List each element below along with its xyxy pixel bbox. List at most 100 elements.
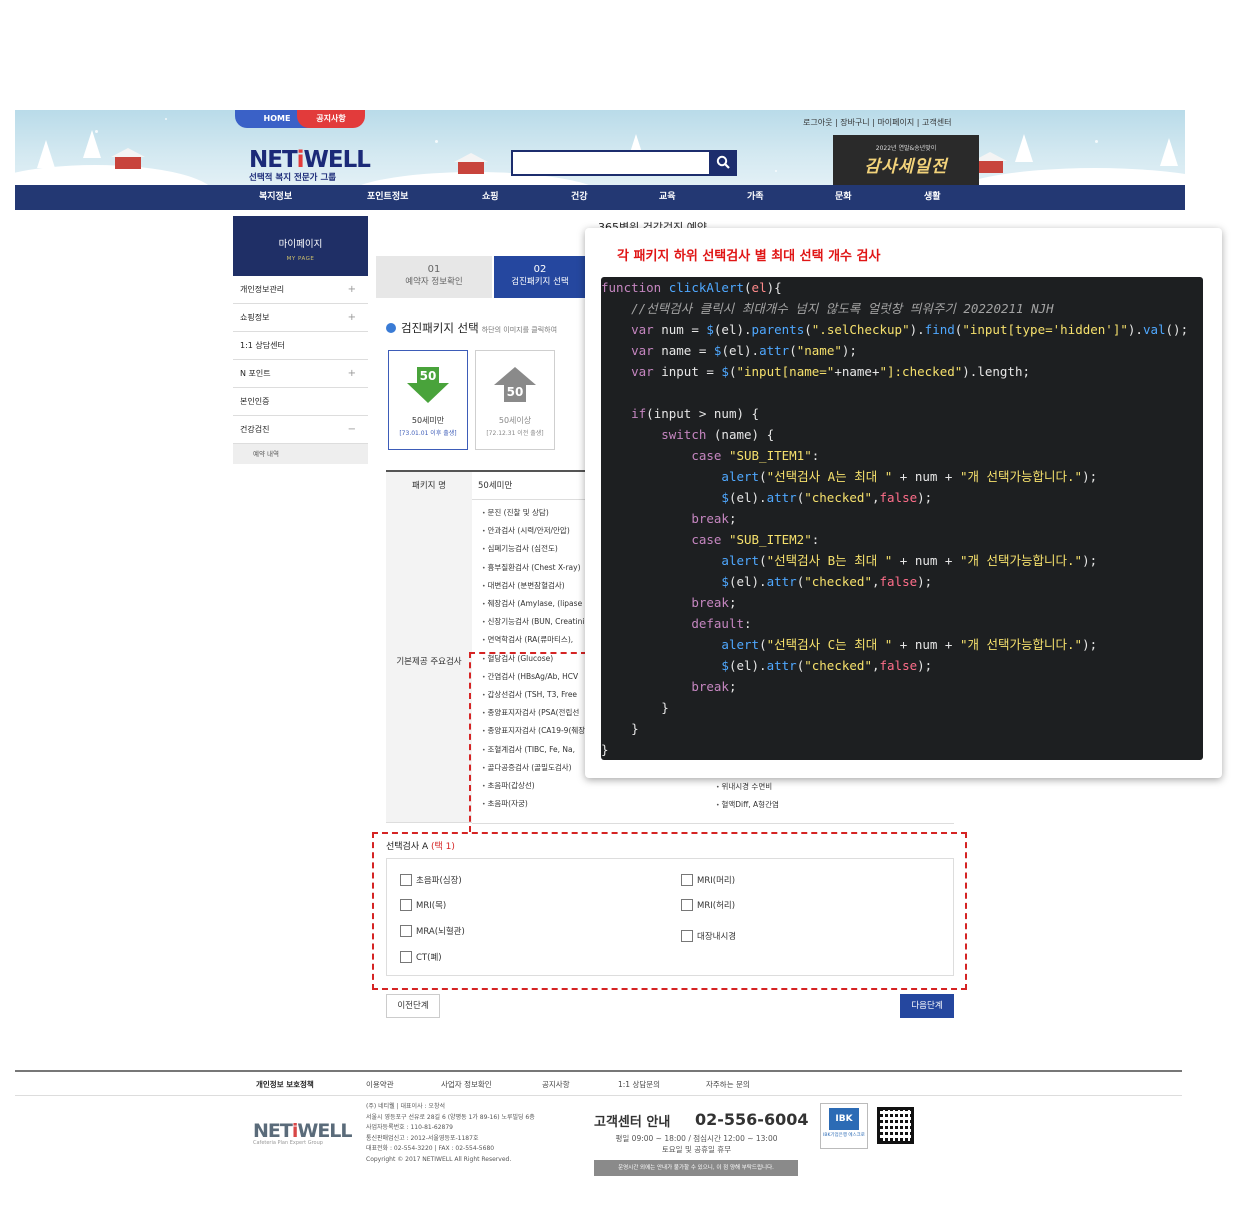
company-info-line: 서울시 영등포구 선유로 28길 6 (양평동 1가 89-16) 노루빌딩 6… [366,1113,535,1121]
package-card-under50[interactable]: 50 50세미만 [73.01.01 이후 출생] [388,350,468,450]
card-badge: 50 [419,369,437,383]
option-label: 대장내시경 [697,932,737,942]
exam-item: 혈액Diff, A형간염 [716,799,778,810]
step-label: 예약자 정보확인 [405,277,463,287]
mypage-subtitle: MY PAGE [286,256,315,262]
prev-step-button[interactable]: 이전단계 [386,994,440,1018]
magnifier-icon [716,155,730,169]
next-step-button[interactable]: 다음단계 [900,994,954,1018]
escrow-badge[interactable]: IBK IBK기업은행 에스크로 [820,1103,868,1149]
option-checkbox[interactable]: 대장내시경 [681,930,736,942]
exam-item: 초음파(갑상선) [482,780,586,791]
search-button[interactable] [709,150,737,176]
exam-item: 흉부질환검사 (Chest X-ray) [482,562,586,573]
option-checkbox[interactable]: MRI(머리) [681,874,735,886]
card-label: 50세미만 [411,416,445,425]
highlight-dash-connector [469,652,587,654]
sidebar-subitem-reservations[interactable]: 예약 내역 [233,444,368,464]
option-checkbox[interactable]: MRA(뇌혈관) [400,925,465,937]
footer-link-notice[interactable]: 공지사항 [542,1079,570,1090]
sidebar-item-label: 개인정보관리 [240,285,285,294]
tree-icon [83,130,101,158]
option-checkbox[interactable]: MRI(목) [400,899,446,911]
gnb-item-health[interactable]: 건강 [571,185,588,210]
option-checkbox[interactable]: CT(폐) [400,951,442,963]
sidebar-item-shopping[interactable]: 쇼핑정보 + [233,304,368,332]
option-a-box [386,858,954,976]
basic-exam-header: 기본제공 주요검사 [386,500,472,823]
snowflake [435,140,438,143]
gnb-item-family[interactable]: 가족 [747,185,764,210]
option-a-label: 선택검사 A [386,842,429,852]
sidebar-item-checkup[interactable]: 건강검진 − [233,416,368,444]
banner-caption: 2022년 연말&송년맞이 [875,145,937,152]
tree-icon [1015,134,1033,162]
gnb-item-life[interactable]: 생활 [924,185,941,210]
company-info-line: (주) 네티웰 | 대표이사 : 오창석 [366,1103,445,1110]
exam-item: 종양표지자검사 (CA19-9(췌장 [482,725,586,736]
checkbox-icon[interactable] [681,930,693,942]
notice-tab[interactable]: 공지사항 [297,110,365,128]
package-name-label: 패키지 명 [386,472,472,500]
ibk-logo-icon: IBK [829,1108,859,1130]
snowflake [775,170,777,172]
checkbox-icon[interactable] [681,874,693,886]
footer-logo-net: NET [253,1120,293,1142]
code-popup: 각 패키지 하위 선택검사 별 최대 선택 개수 검사 function cli… [585,228,1222,778]
option-label: MRI(허리) [697,901,736,911]
tree-icon [37,140,55,168]
cs-hours-line: 평일 09:00 ~ 18:00 / 점심시간 12:00 ~ 13:00 [615,1134,778,1143]
sidebar-item-npoint[interactable]: N 포인트 + [233,360,368,388]
checkbox-icon[interactable] [400,874,412,886]
step-1: 01 예약자 정보확인 [376,256,492,298]
footer-link-bizinfo[interactable]: 사업자 정보확인 [441,1079,492,1090]
exam-item: 간염검사 (HBsAg/Ab, HCV [482,671,586,682]
sidebar-item-verify[interactable]: 본인인증 [233,388,368,416]
sidebar-item-profile[interactable]: 개인정보관리 + [233,276,368,304]
option-checkbox[interactable]: MRI(허리) [681,899,735,911]
site-logo[interactable]: NETiWELL 선택적 복지 전문가 그룹 [249,147,371,183]
utility-links[interactable]: 로그아웃 | 장바구니 | 마이페이지 | 고객센터 [803,117,951,128]
table-divider [472,823,954,824]
checkbox-icon[interactable] [400,925,412,937]
logo-i: i [296,147,305,173]
footer-link-faq[interactable]: 자주하는 문의 [706,1079,750,1090]
footer-link-inquiry[interactable]: 1:1 상담문의 [618,1079,660,1090]
package-name-value: 50세미만 [478,481,513,491]
search-input[interactable] [511,150,711,176]
gnb-item-shopping[interactable]: 쇼핑 [482,185,499,210]
package-card-over50[interactable]: 50 50세이상 [72.12.31 이전 출생] [475,350,555,450]
card-range: [72.12.31 이전 출생] [486,430,544,437]
checkbox-icon[interactable] [681,899,693,911]
option-label: MRI(목) [416,901,447,911]
gnb-item-welfare[interactable]: 복지정보 [259,185,292,210]
gnb-item-point[interactable]: 포인트정보 [367,185,408,210]
gnb-item-culture[interactable]: 문화 [835,185,852,210]
footer-link-privacy[interactable]: 개인정보 보호정책 [256,1079,314,1090]
exam-item: 안과검사 (시력/안저/안압) [482,525,586,536]
event-banner[interactable]: 2022년 연말&송년맞이 감사세일전 [833,135,979,187]
exam-item: 위내시경 수면비 [716,781,772,792]
footer-link-terms[interactable]: 이용약관 [366,1079,394,1090]
exam-item: 혈당검사 (Glucose) [482,653,586,664]
option-a-title: 선택검사 A (택 1) [386,839,455,852]
step-2-active: 02 검진패키지 선택 [494,256,586,298]
option-label: CT(폐) [416,953,442,963]
cs-title: 고객센터 안내 [594,1115,671,1130]
gnb-item-education[interactable]: 교육 [659,185,676,210]
option-label: 초음파(심장) [416,876,462,886]
exam-item: 초음파(자궁) [482,798,586,809]
footer-logo-well: WELL [297,1120,352,1142]
tree-icon [1160,138,1178,166]
checkbox-icon[interactable] [400,899,412,911]
option-label: MRA(뇌혈관) [416,927,465,937]
package-name-row: 패키지 명 50세미만 [386,470,586,500]
card-badge: 50 [506,385,524,399]
sidebar-item-counsel[interactable]: 1:1 상담센터 [233,332,368,360]
step-number: 02 [533,264,547,275]
option-checkbox[interactable]: 초음파(심장) [400,874,462,886]
checkbox-icon[interactable] [400,951,412,963]
company-info-line: 통신판매업신고 : 2012-서울영등포-1187호 [366,1134,479,1142]
house-icon [973,152,1007,173]
highlight-dash-connector [469,652,471,832]
